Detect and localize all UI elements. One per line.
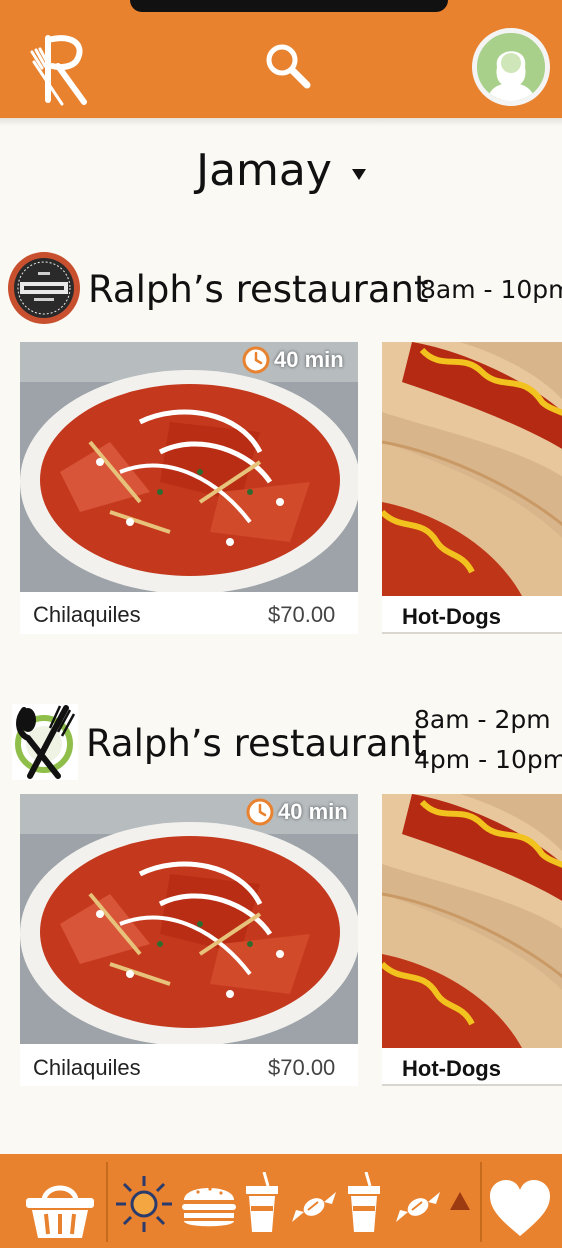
prep-time: 40 min — [278, 799, 348, 824]
dish-price: $70.00 — [268, 1055, 336, 1080]
restaurant-hours-morning: 8am - 2pm — [414, 705, 551, 734]
sun-icon[interactable] — [114, 1174, 174, 1234]
restaurant-badge-icon — [8, 252, 80, 324]
drink-icon[interactable] — [244, 1172, 280, 1234]
prep-time: 40 min — [274, 347, 344, 372]
restaurant-name[interactable]: Ralph’s restaurant — [86, 722, 427, 765]
restaurant-header[interactable]: Ralph’s restaurant 8am - 10pm — [0, 250, 562, 330]
heart-icon[interactable] — [488, 1178, 552, 1238]
device-notch — [130, 0, 448, 12]
candy-icon[interactable] — [290, 1186, 338, 1228]
restaurant-header[interactable]: Ralph’s restaurant 8am - 2pm 4pm - 10pm — [0, 700, 562, 784]
dish-card[interactable]: Hot-Dogs — [382, 342, 562, 634]
candy-icon[interactable] — [394, 1186, 442, 1228]
fork-knife-r-logo-icon[interactable] — [28, 28, 92, 108]
top-bar-shadow — [0, 118, 562, 126]
clock-icon — [242, 346, 270, 374]
nav-divider — [106, 1162, 108, 1242]
dish-name: Hot-Dogs — [402, 1056, 501, 1081]
bottom-nav-bar — [0, 1154, 562, 1248]
dish-card[interactable]: Hot-Dogs — [382, 794, 562, 1086]
restaurant-name[interactable]: Ralph’s restaurant — [88, 268, 429, 311]
prep-time-badge: 40 min — [246, 798, 348, 826]
dish-image — [20, 794, 358, 1044]
burger-icon[interactable] — [180, 1180, 238, 1230]
card-divider — [382, 632, 562, 634]
drink-icon[interactable] — [346, 1172, 382, 1234]
basket-icon[interactable] — [24, 1180, 96, 1240]
dish-card[interactable]: 40 min Chilaquiles $70.00 — [20, 794, 358, 1086]
dish-name: Chilaquiles — [33, 602, 141, 627]
dish-image — [382, 794, 562, 1048]
city-selector[interactable]: Jamay — [0, 140, 562, 200]
triangle-up-icon[interactable] — [450, 1192, 470, 1210]
fork-knife-circle-icon — [12, 704, 78, 780]
dish-name: Chilaquiles — [33, 1055, 141, 1080]
city-name[interactable]: Jamay — [196, 145, 332, 196]
prep-time-badge: 40 min — [242, 346, 344, 374]
restaurant-hours: 8am - 10pm — [420, 275, 562, 304]
dish-image — [382, 342, 562, 596]
nav-divider — [480, 1162, 482, 1242]
clock-icon — [246, 798, 274, 826]
dish-card[interactable]: 40 min Chilaquiles $70.00 — [20, 342, 358, 634]
search-icon[interactable] — [262, 40, 314, 92]
dish-price: $70.00 — [268, 602, 336, 627]
user-avatar-icon[interactable] — [472, 28, 550, 106]
dish-image — [20, 342, 358, 592]
restaurant-hours-evening: 4pm - 10pm — [414, 745, 562, 774]
dish-name: Hot-Dogs — [402, 604, 501, 629]
top-app-bar — [0, 0, 562, 118]
chevron-down-icon[interactable] — [351, 168, 366, 180]
card-divider — [382, 1084, 562, 1086]
